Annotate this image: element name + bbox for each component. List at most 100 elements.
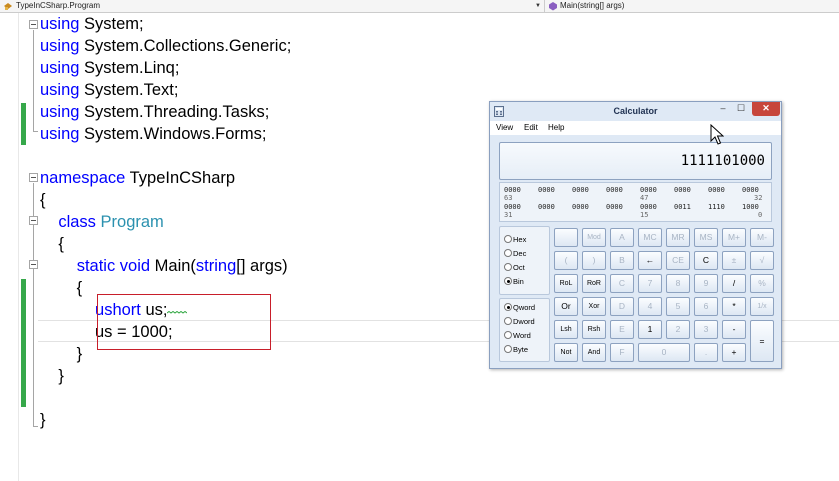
code-line[interactable]: using System.Windows.Forms; xyxy=(40,123,266,145)
calc-key[interactable]: M- xyxy=(750,228,774,247)
calc-key[interactable]: + xyxy=(722,343,746,362)
calc-key[interactable]: Or xyxy=(554,297,578,316)
calc-key[interactable]: C xyxy=(694,251,718,270)
code-line[interactable]: using System.Threading.Tasks; xyxy=(40,101,269,123)
calc-key[interactable]: ( xyxy=(554,251,578,270)
calc-key[interactable]: MR xyxy=(666,228,690,247)
calc-key[interactable]: 9 xyxy=(694,274,718,293)
radio-button-icon[interactable] xyxy=(504,345,512,353)
code-line[interactable]: { xyxy=(40,189,46,211)
calc-key[interactable]: Mod xyxy=(582,228,606,247)
code-line[interactable]: { xyxy=(40,277,83,299)
calc-key[interactable]: Not xyxy=(554,343,578,362)
calculator-titlebar[interactable]: Calculator – ☐ ✕ xyxy=(490,102,781,121)
collapse-icon[interactable] xyxy=(29,216,38,225)
maximize-button[interactable]: ☐ xyxy=(732,102,750,116)
calc-key[interactable]: · xyxy=(554,228,578,247)
calc-key[interactable]: C xyxy=(610,274,634,293)
calc-key[interactable]: MC xyxy=(638,228,662,247)
calc-key[interactable]: ← xyxy=(638,251,662,270)
calc-key[interactable]: Lsh xyxy=(554,320,578,339)
code-line[interactable]: using System.Linq; xyxy=(40,57,179,79)
keyword-token: string xyxy=(195,257,237,275)
calc-key[interactable]: ) xyxy=(582,251,606,270)
code-line[interactable]: { xyxy=(40,233,64,255)
radio-button-icon[interactable] xyxy=(504,303,512,311)
calc-key[interactable]: 6 xyxy=(694,297,718,316)
calc-key[interactable]: RoR xyxy=(582,274,606,293)
code-line[interactable]: using System.Text; xyxy=(40,79,178,101)
calc-key[interactable]: Xor xyxy=(582,297,606,316)
code-line[interactable]: namespace TypeInCSharp xyxy=(40,167,235,189)
calc-key[interactable]: M+ xyxy=(722,228,746,247)
radio-button-icon[interactable] xyxy=(504,317,512,325)
code-token: System.Collections.Generic; xyxy=(79,37,292,55)
calc-key[interactable]: 7 xyxy=(638,274,662,293)
calc-key[interactable]: * xyxy=(722,297,746,316)
calc-key[interactable]: Rsh xyxy=(582,320,606,339)
bit-group: 0000 xyxy=(708,186,725,194)
radio-hex[interactable]: Hex xyxy=(504,234,526,246)
calc-key[interactable]: √ xyxy=(750,251,774,270)
code-line[interactable]: static void Main(string[] args) xyxy=(40,255,288,277)
calc-key[interactable]: 5 xyxy=(666,297,690,316)
calc-key[interactable]: 1/x xyxy=(750,297,774,316)
calc-key[interactable]: And xyxy=(582,343,606,362)
code-line[interactable]: using System; xyxy=(40,13,144,35)
calc-key[interactable]: 2 xyxy=(666,320,690,339)
calc-key[interactable]: B xyxy=(610,251,634,270)
radio-bin[interactable]: Bin xyxy=(504,276,524,288)
radio-word[interactable]: Word xyxy=(504,330,531,342)
radio-button-icon[interactable] xyxy=(504,331,512,339)
code-line[interactable]: } xyxy=(40,343,83,365)
member-dropdown[interactable]: Main(string[] args) xyxy=(546,0,839,12)
radio-button-icon[interactable] xyxy=(504,235,512,243)
menu-edit[interactable]: Edit xyxy=(524,121,538,135)
radio-byte[interactable]: Byte xyxy=(504,344,528,356)
calculator-window[interactable]: Calculator – ☐ ✕ View Edit Help 11111010… xyxy=(489,101,782,369)
code-line[interactable]: using System.Collections.Generic; xyxy=(40,35,291,57)
calc-key[interactable]: 0 xyxy=(638,343,690,362)
calc-key[interactable]: MS xyxy=(694,228,718,247)
radio-qword[interactable]: Qword xyxy=(504,302,535,314)
code-line[interactable]: class Program xyxy=(40,211,163,233)
radio-oct[interactable]: Oct xyxy=(504,262,525,274)
calc-key[interactable]: A xyxy=(610,228,634,247)
calc-key[interactable]: - xyxy=(722,320,746,339)
radio-button-icon[interactable] xyxy=(504,277,512,285)
calc-key[interactable]: 3 xyxy=(694,320,718,339)
code-token: System.Windows.Forms; xyxy=(79,125,267,143)
bit-group: 0000 xyxy=(538,203,555,211)
calc-key[interactable]: = xyxy=(750,320,774,362)
type-dropdown[interactable]: TypeInCSharp.Program ▼ xyxy=(0,0,545,12)
code-line[interactable]: } xyxy=(40,365,64,387)
calc-key[interactable]: 1 xyxy=(638,320,662,339)
calc-key[interactable]: / xyxy=(722,274,746,293)
calc-key[interactable]: F xyxy=(610,343,634,362)
collapse-icon[interactable] xyxy=(29,173,38,182)
radio-button-icon[interactable] xyxy=(504,263,512,271)
collapse-icon[interactable] xyxy=(29,260,38,269)
calc-key[interactable]: D xyxy=(610,297,634,316)
menu-view[interactable]: View xyxy=(496,121,513,135)
collapse-icon[interactable] xyxy=(29,20,38,29)
calc-key[interactable]: CE xyxy=(666,251,690,270)
radio-dword[interactable]: Dword xyxy=(504,316,535,328)
calc-key[interactable]: . xyxy=(694,343,718,362)
radio-dec[interactable]: Dec xyxy=(504,248,526,260)
calc-key[interactable]: 4 xyxy=(638,297,662,316)
menu-help[interactable]: Help xyxy=(548,121,564,135)
close-button[interactable]: ✕ xyxy=(752,102,780,116)
minimize-button[interactable]: – xyxy=(714,102,732,116)
radio-label: Bin xyxy=(513,277,524,286)
calc-key[interactable]: E xyxy=(610,320,634,339)
calc-key[interactable]: RoL xyxy=(554,274,578,293)
code-token: } xyxy=(40,367,64,385)
bit-index: 15 xyxy=(640,211,649,219)
code-line[interactable]: } xyxy=(40,409,46,431)
bit-group: 0000 xyxy=(640,203,657,211)
radio-button-icon[interactable] xyxy=(504,249,512,257)
calc-key[interactable]: ± xyxy=(722,251,746,270)
calc-key[interactable]: 8 xyxy=(666,274,690,293)
calc-key[interactable]: % xyxy=(750,274,774,293)
